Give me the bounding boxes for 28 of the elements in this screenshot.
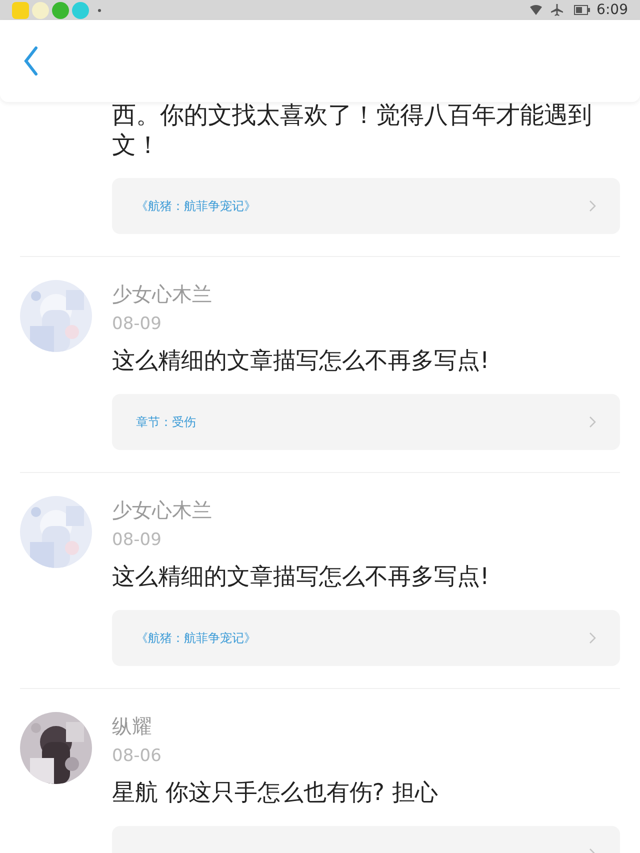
link-card[interactable]: 章节：受伤 xyxy=(112,394,620,450)
chevron-right-icon xyxy=(589,200,596,212)
wifi-icon xyxy=(530,5,542,15)
comment-date: 08-09 xyxy=(112,313,162,336)
comment-text: 这么精细的文章描写怎么不再多写点! xyxy=(112,563,490,592)
chevron-right-icon xyxy=(589,416,596,428)
link-card[interactable]: 《航猪：航菲争宠记》 xyxy=(112,610,620,666)
user-name: 纵耀 xyxy=(112,713,153,740)
app-icon xyxy=(52,2,69,18)
comment-text: 星航 你这只手怎么也有伤? 担心 xyxy=(112,779,439,808)
airplane-icon xyxy=(550,4,563,16)
link-title: 章节：受伤 xyxy=(136,414,196,431)
user-name: 少女心木兰 xyxy=(112,497,213,524)
chat-icon xyxy=(72,2,89,18)
comment-date: 08-09 xyxy=(112,529,162,552)
back-button[interactable] xyxy=(24,46,38,76)
user-name: 少女心木兰 xyxy=(112,281,213,308)
link-title: 《航猪：航菲争宠记》 xyxy=(136,198,256,215)
app-icon xyxy=(32,2,49,18)
comment-text: 西。你的文找太喜欢了！觉得八百年才能遇到文！ xyxy=(112,100,593,160)
app-icon xyxy=(12,2,29,18)
link-card[interactable]: 《航猪：航菲争宠记》 xyxy=(112,178,620,234)
link-title: 《航猪：航菲争宠记》 xyxy=(136,630,256,647)
comment-date: 08-06 xyxy=(112,745,162,768)
clock-time: 6:09 xyxy=(596,0,628,20)
battery-icon xyxy=(574,5,590,15)
comment-text: 这么精细的文章描写怎么不再多写点! xyxy=(112,347,490,376)
chevron-right-icon xyxy=(589,632,596,644)
